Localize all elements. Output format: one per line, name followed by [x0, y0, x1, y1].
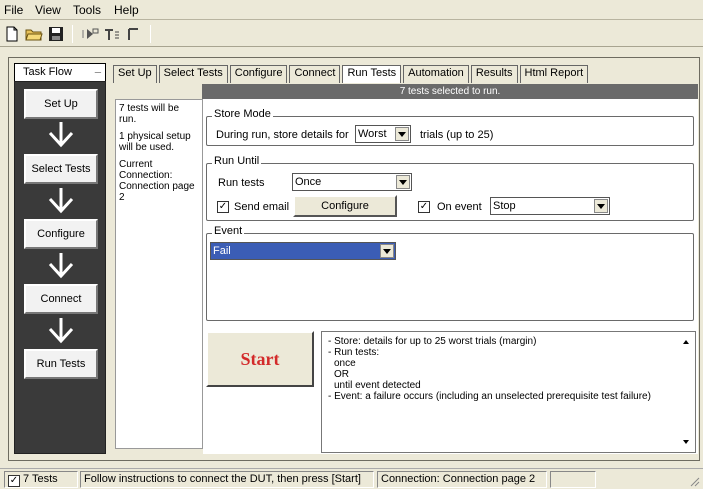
- toolbar: [0, 21, 703, 47]
- summary-setup: 1 physical setup will be used.: [119, 131, 191, 153]
- menu-help[interactable]: Help: [114, 3, 139, 17]
- scroll-up-icon[interactable]: [683, 340, 689, 344]
- tab-run-tests[interactable]: Run Tests: [342, 65, 402, 83]
- tab-configure[interactable]: Configure: [229, 65, 288, 83]
- event-value: Fail: [213, 245, 231, 257]
- on-event-checkbox[interactable]: ✓: [418, 201, 430, 213]
- step-icon[interactable]: [102, 24, 122, 44]
- status-bar: ✓ 7 Tests Follow instructions to connect …: [0, 468, 703, 489]
- status-empty-pane: [550, 471, 596, 488]
- stop-icon[interactable]: [124, 24, 144, 44]
- configure-email-button[interactable]: Configure: [293, 195, 397, 217]
- run-icon[interactable]: [80, 24, 100, 44]
- description-line: - Run tests:: [328, 347, 380, 358]
- tab-html-report[interactable]: Html Report: [519, 65, 589, 83]
- summary-tests: 7 tests will be run.: [119, 103, 180, 125]
- on-event-action-select[interactable]: Stop: [490, 197, 610, 215]
- flow-arrow-icon: [48, 122, 74, 148]
- send-email-label: Send email: [234, 201, 290, 213]
- tab-strip: Set Up Select Tests Configure Connect Ru…: [113, 65, 589, 83]
- description-line: until event detected: [334, 380, 421, 391]
- description-line: - Store: details for up to 25 worst tria…: [328, 336, 537, 347]
- run-summary: 7 tests will be run. 1 physical setup wi…: [115, 99, 203, 449]
- chevron-down-icon: [396, 175, 410, 189]
- store-mode-value: Worst: [358, 128, 387, 140]
- start-button[interactable]: Start: [206, 331, 314, 387]
- tab-connect[interactable]: Connect: [289, 65, 341, 83]
- menu-file[interactable]: File: [4, 3, 23, 17]
- run-tests-select[interactable]: Once: [292, 173, 412, 191]
- chevron-down-icon: [594, 199, 608, 213]
- status-tests: ✓ 7 Tests: [4, 471, 78, 488]
- task-flow-header: Task Flow _: [14, 62, 106, 81]
- scroll-down-icon[interactable]: [683, 440, 689, 444]
- tab-results[interactable]: Results: [470, 65, 518, 83]
- flow-arrow-icon: [48, 318, 74, 344]
- run-tests-label: Run tests: [218, 177, 265, 189]
- on-event-label: On event: [437, 201, 482, 213]
- tab-automation[interactable]: Automation: [403, 65, 469, 83]
- on-event-action-value: Stop: [493, 200, 516, 212]
- store-mode-prefix: During run, store details for: [216, 129, 349, 141]
- chevron-down-icon: [395, 127, 409, 141]
- task-flow-title: Task Flow: [23, 66, 72, 78]
- run-tests-value: Once: [295, 176, 322, 188]
- menu-bar: File View Tools Help: [0, 0, 703, 20]
- store-mode-suffix: trials (up to 25): [420, 129, 494, 141]
- tab-select-tests[interactable]: Select Tests: [158, 65, 228, 83]
- flow-arrow-icon: [48, 253, 74, 279]
- store-mode-select[interactable]: Worst: [355, 125, 411, 143]
- menu-tools[interactable]: Tools: [73, 3, 101, 17]
- task-flow-run-tests-button[interactable]: Run Tests: [24, 349, 98, 379]
- resize-grip-icon[interactable]: [690, 477, 700, 487]
- menu-view[interactable]: View: [35, 3, 61, 17]
- status-connection: Connection: Connection page 2: [377, 471, 547, 488]
- task-flow-panel: Set Up Select Tests Configure Connect Ru…: [14, 81, 106, 454]
- send-email-checkbox[interactable]: ✓: [217, 201, 229, 213]
- status-message: Follow instructions to connect the DUT, …: [80, 471, 374, 488]
- new-file-icon[interactable]: [2, 24, 22, 44]
- summary-connection: Current Connection: Connection page 2: [119, 159, 195, 203]
- open-folder-icon[interactable]: [24, 24, 44, 44]
- save-icon[interactable]: [46, 24, 66, 44]
- description-line: once: [334, 358, 356, 369]
- description-line: - Event: a failure occurs (including an …: [328, 391, 651, 402]
- status-tests-checkbox[interactable]: ✓: [8, 475, 20, 487]
- toolbar-separator: [72, 25, 73, 43]
- chevron-down-icon: [380, 244, 394, 258]
- status-tests-label: 7 Tests: [23, 473, 58, 485]
- run-description: - Store: details for up to 25 worst tria…: [321, 331, 696, 453]
- tests-selected-header: 7 tests selected to run.: [202, 84, 698, 99]
- task-flow-configure-button[interactable]: Configure: [24, 219, 98, 249]
- task-flow-connect-button[interactable]: Connect: [24, 284, 98, 314]
- tab-setup[interactable]: Set Up: [113, 65, 157, 83]
- task-flow-setup-button[interactable]: Set Up: [24, 89, 98, 119]
- toolbar-separator: [150, 25, 151, 43]
- description-line: OR: [334, 369, 349, 380]
- task-flow-collapse-button[interactable]: _: [95, 62, 101, 74]
- flow-arrow-icon: [48, 188, 74, 214]
- event-select[interactable]: Fail: [210, 242, 396, 260]
- event-label: Event: [212, 225, 245, 237]
- task-flow-select-tests-button[interactable]: Select Tests: [24, 154, 98, 184]
- store-mode-label: Store Mode: [212, 108, 273, 120]
- run-until-label: Run Until: [212, 155, 262, 167]
